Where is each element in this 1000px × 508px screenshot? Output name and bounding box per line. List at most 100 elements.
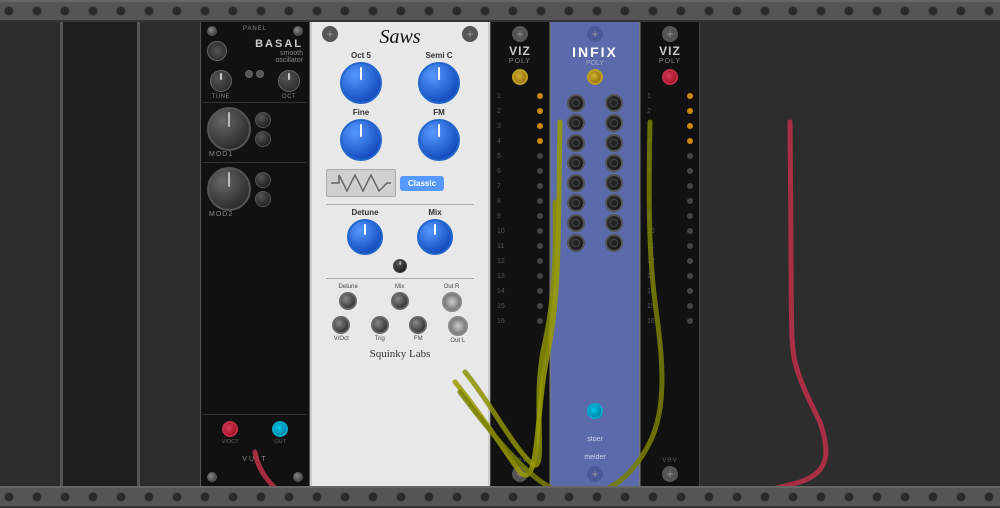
mix-knob[interactable]	[417, 219, 453, 255]
mod1-trim2[interactable]	[255, 131, 271, 147]
viz2-add-bottom[interactable]: +	[662, 466, 678, 482]
viz1-dot-16	[537, 318, 543, 324]
viz1-dot-14	[537, 288, 543, 294]
rail-hole	[928, 6, 938, 16]
mod1-knob[interactable]	[207, 107, 251, 151]
infix-p13[interactable]	[567, 214, 585, 232]
basal-subtitle2: oscillator	[275, 57, 303, 64]
infix-add-top[interactable]: +	[587, 26, 603, 42]
infix-p9[interactable]	[567, 174, 585, 192]
trig-port-label: Trig	[375, 336, 385, 342]
rail-hole	[4, 492, 14, 502]
rail-hole	[256, 492, 266, 502]
viz1-add-bottom[interactable]: +	[512, 466, 528, 482]
infix-p6[interactable]	[605, 134, 623, 152]
rail-hole	[452, 6, 462, 16]
mix-container: Mix	[404, 208, 466, 255]
stoer-label: stoer	[587, 436, 603, 443]
outr-port[interactable]	[442, 292, 462, 312]
infix-p1[interactable]	[567, 94, 585, 112]
infix-row3	[557, 134, 633, 152]
trig-port[interactable]	[371, 316, 389, 334]
infix-add-bottom[interactable]: +	[587, 466, 603, 482]
viz2-dot-16	[687, 318, 693, 324]
detune-knob[interactable]	[347, 219, 383, 255]
rail-hole	[984, 492, 994, 502]
right-panel	[700, 22, 1000, 486]
fmin-port[interactable]	[409, 316, 427, 334]
detune-port-label: Detune	[338, 284, 357, 290]
infix-poly-port[interactable]	[587, 69, 603, 85]
rail-hole	[732, 6, 742, 16]
classic-button[interactable]: Classic	[400, 176, 444, 191]
out-port[interactable]	[272, 421, 288, 437]
oct5-container: Oct 5	[326, 51, 396, 104]
oct-trim[interactable]	[256, 70, 264, 78]
detune-port[interactable]	[339, 292, 357, 310]
viz1-dot-10	[537, 228, 543, 234]
infix-bottom-port[interactable]	[587, 403, 603, 419]
saws-add-left[interactable]: +	[322, 26, 338, 42]
rail-hole	[592, 492, 602, 502]
viz2-ch4: 4	[647, 134, 693, 148]
rail-hole	[788, 492, 798, 502]
viz2-ch5: 5	[647, 149, 693, 163]
mod1-label: MOD1	[209, 151, 233, 158]
viz1-ch13: 13	[497, 269, 543, 283]
viz2-dot-13	[687, 273, 693, 279]
infix-p15[interactable]	[567, 234, 585, 252]
rail-hole	[60, 6, 70, 16]
fine-knob[interactable]	[340, 119, 382, 161]
rail-hole	[480, 492, 490, 502]
viz2-ch11: 11	[647, 239, 693, 253]
mod2-trim2[interactable]	[255, 191, 271, 207]
viz1-dot-7	[537, 183, 543, 189]
module-infix: + INFIX POLY	[550, 22, 640, 486]
viz2-title: VIZ	[659, 44, 681, 58]
infix-p5[interactable]	[567, 134, 585, 152]
fine-label: Fine	[353, 108, 369, 117]
infix-p14[interactable]	[605, 214, 623, 232]
infix-p12[interactable]	[605, 194, 623, 212]
saws-port-row2: V/Oct Trig FM Out L	[318, 316, 482, 344]
viz1-poly-port[interactable]	[512, 69, 528, 85]
mod2-trim1[interactable]	[255, 172, 271, 188]
voct-port[interactable]	[222, 421, 238, 437]
infix-p10[interactable]	[605, 174, 623, 192]
viz2-dot-12	[687, 258, 693, 264]
mod2-knob[interactable]	[207, 167, 251, 211]
rail-hole	[116, 6, 126, 16]
viz1-ch8: 8	[497, 194, 543, 208]
saws-center-knob[interactable]	[393, 259, 407, 273]
mix-port-label: Mix	[395, 284, 404, 290]
saws-add-right[interactable]: +	[462, 26, 478, 42]
left-panel	[0, 22, 200, 486]
fm-knob[interactable]	[418, 119, 460, 161]
infix-p2[interactable]	[605, 94, 623, 112]
infix-p3[interactable]	[567, 114, 585, 132]
infix-p11[interactable]	[567, 194, 585, 212]
tune-trim[interactable]	[245, 70, 253, 78]
outl-port[interactable]	[448, 316, 468, 336]
oct5-knob[interactable]	[340, 62, 382, 104]
oct-knob[interactable]	[278, 70, 300, 92]
infix-p4[interactable]	[605, 114, 623, 132]
semi-c-knob[interactable]	[418, 62, 460, 104]
mix-port[interactable]	[391, 292, 409, 310]
viz2-add-top[interactable]: +	[662, 26, 678, 42]
infix-p16[interactable]	[605, 234, 623, 252]
mod1-trim1[interactable]	[255, 112, 271, 128]
viz1-ch16: 16	[497, 314, 543, 328]
viz1-add-top[interactable]: +	[512, 26, 528, 42]
rail-hole	[228, 492, 238, 502]
screw-br	[293, 472, 303, 482]
rail-hole	[760, 492, 770, 502]
saws-voct-port[interactable]	[332, 316, 350, 334]
tune-knob[interactable]	[210, 70, 232, 92]
infix-p8[interactable]	[605, 154, 623, 172]
viz2-dot-15	[687, 303, 693, 309]
viz2-poly-port[interactable]	[662, 69, 678, 85]
infix-p7[interactable]	[567, 154, 585, 172]
mix-label: Mix	[428, 208, 441, 217]
voct-label: V/OCT	[222, 439, 239, 445]
